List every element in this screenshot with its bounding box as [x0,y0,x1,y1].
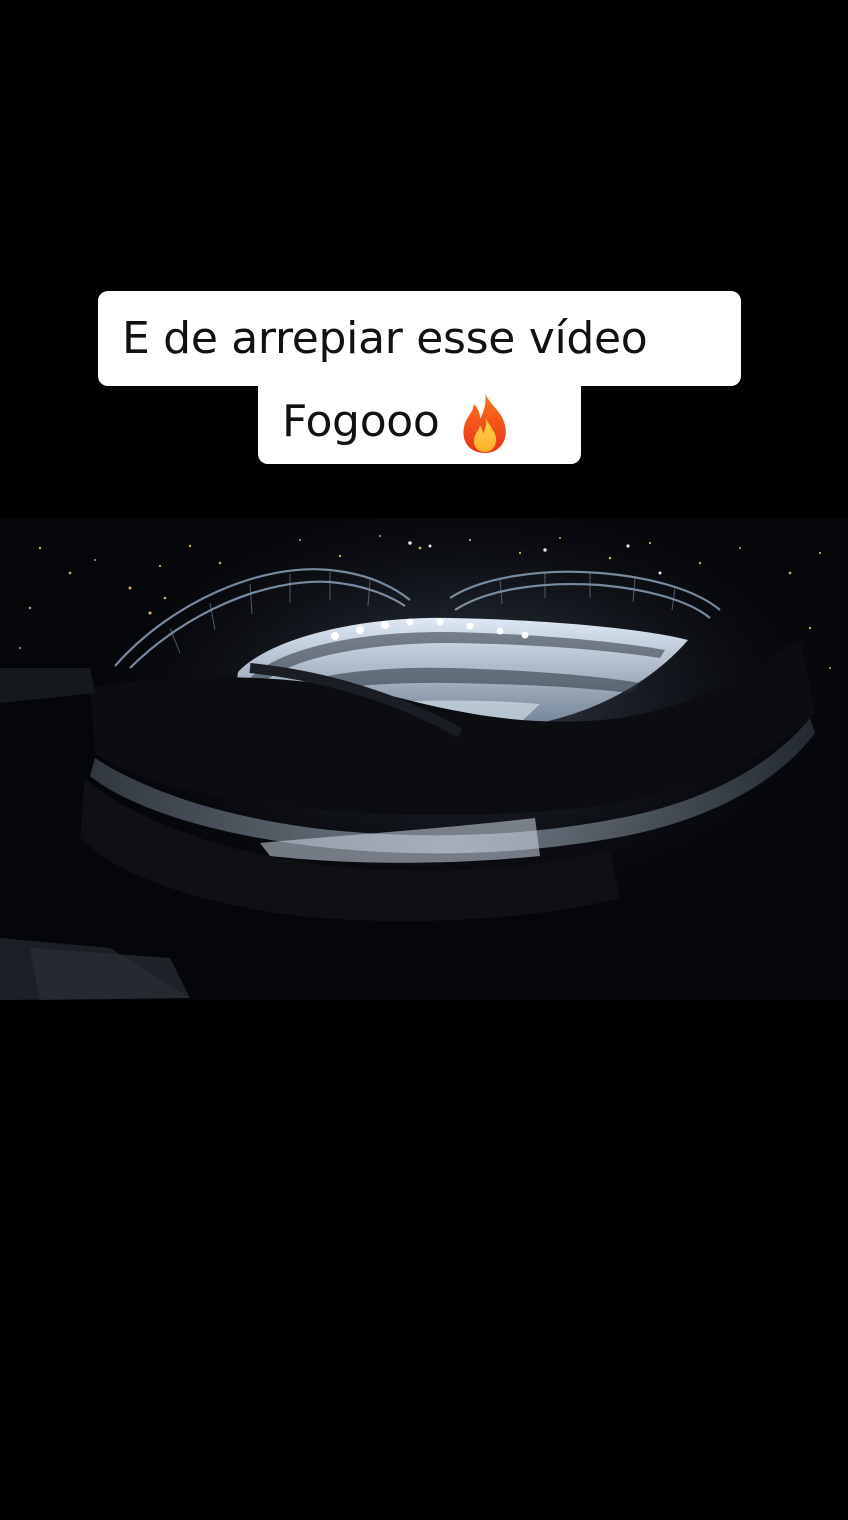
stadium-scene [0,518,848,1000]
caption-text-1: E de arrepiar esse vídeo [122,312,648,364]
video-frame[interactable]: E de arrepiar esse vídeo Fogooo [0,0,848,1520]
fire-icon [456,389,514,455]
video-still [0,518,848,1000]
caption-text-2: Fogooo [282,396,440,447]
caption-line-2: Fogooo [258,380,581,464]
caption-line-1: E de arrepiar esse vídeo [98,291,741,386]
